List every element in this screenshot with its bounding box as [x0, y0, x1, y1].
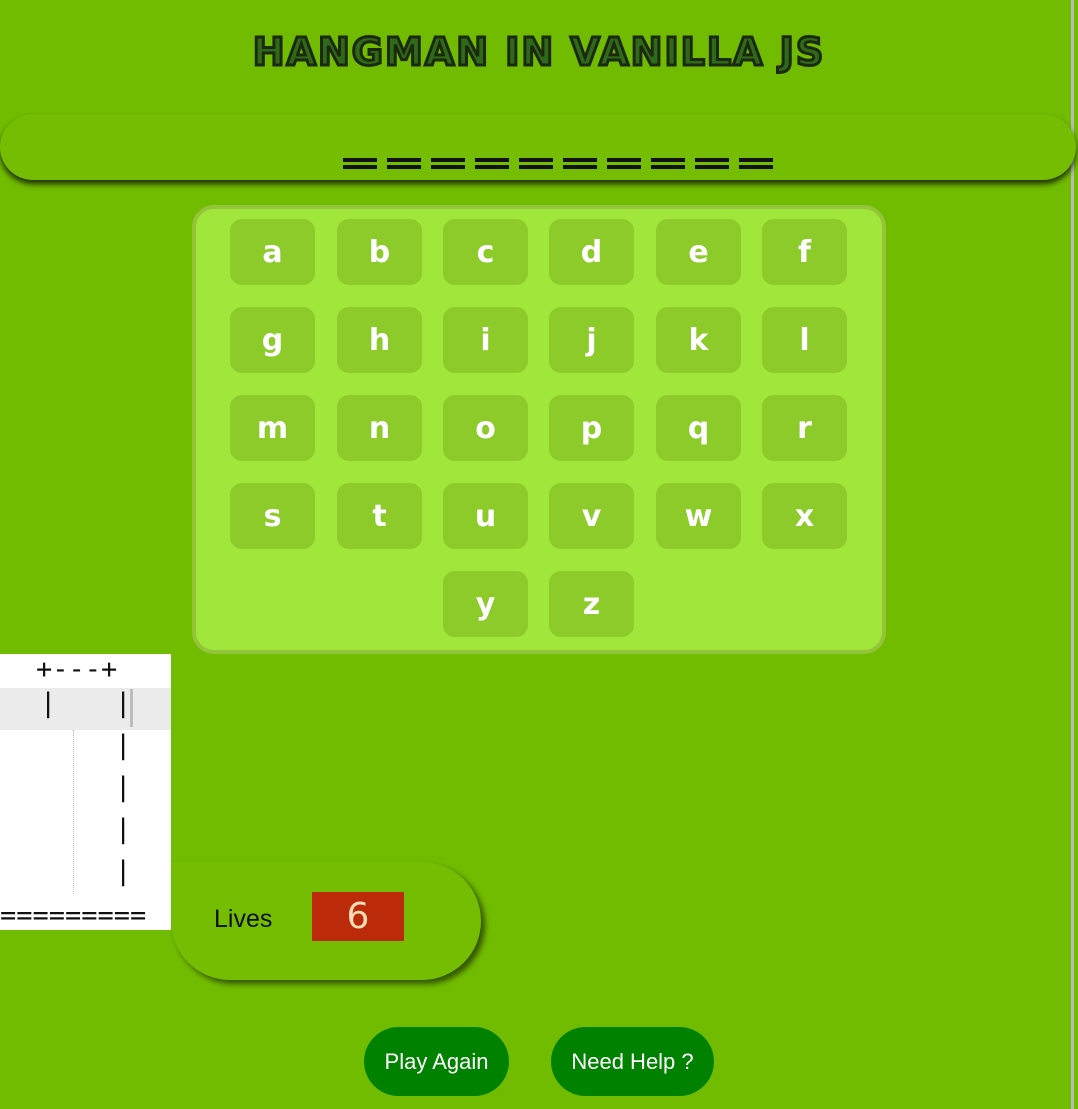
lives-count: 6 [312, 892, 404, 941]
gallows-post: | [115, 814, 132, 845]
gallows-post-row: | [0, 730, 171, 772]
letter-key-d[interactable]: d [549, 219, 634, 285]
letter-key-b[interactable]: b [337, 219, 422, 285]
letter-key-n[interactable]: n [337, 395, 422, 461]
gallows-post-row: | [0, 814, 171, 856]
letter-slot [651, 142, 685, 172]
gallows-post: | [115, 856, 132, 887]
letter-key-r[interactable]: r [762, 395, 847, 461]
letter-slot [607, 142, 641, 172]
gallows-post: | [115, 730, 132, 761]
word-slots [343, 142, 773, 172]
letter-key-u[interactable]: u [443, 483, 528, 549]
hangman-gallows: +---+ | | | | | | ========= [0, 654, 171, 931]
letter-key-w[interactable]: w [656, 483, 741, 549]
letter-key-e[interactable]: e [656, 219, 741, 285]
gallows-post-row: | [0, 772, 171, 814]
letter-key-a[interactable]: a [230, 219, 315, 285]
scrollbar[interactable] [1071, 0, 1074, 1109]
letter-slot [431, 142, 465, 172]
letter-key-c[interactable]: c [443, 219, 528, 285]
letter-key-v[interactable]: v [549, 483, 634, 549]
letter-slot [343, 142, 377, 172]
letter-key-x[interactable]: x [762, 483, 847, 549]
letter-slot [563, 142, 597, 172]
gallows-base-row: ========= [0, 900, 171, 942]
letter-key-p[interactable]: p [549, 395, 634, 461]
dotted-guide [73, 730, 74, 894]
gallows-post-row: | [0, 856, 171, 898]
letter-slot [519, 142, 553, 172]
gallows-post: | [115, 688, 132, 719]
letter-key-i[interactable]: i [443, 307, 528, 373]
letter-slot [475, 142, 509, 172]
letter-key-g[interactable]: g [230, 307, 315, 373]
letter-slot [695, 142, 729, 172]
letter-key-o[interactable]: o [443, 395, 528, 461]
letter-slot [739, 142, 773, 172]
letter-key-s[interactable]: s [230, 483, 315, 549]
letter-slot [387, 142, 421, 172]
gallows-rope: | [40, 688, 57, 719]
page-title: HANGMAN IN VANILLA JS [251, 29, 826, 76]
letter-key-k[interactable]: k [656, 307, 741, 373]
letter-key-l[interactable]: l [762, 307, 847, 373]
need-help-button[interactable]: Need Help ? [551, 1027, 714, 1096]
gallows-post: | [115, 772, 132, 803]
letter-key-f[interactable]: f [762, 219, 847, 285]
letter-key-h[interactable]: h [337, 307, 422, 373]
lives-label: Lives [214, 905, 273, 933]
letter-key-t[interactable]: t [337, 483, 422, 549]
gallows-beam: +---+ [36, 654, 118, 685]
letter-key-y[interactable]: y [443, 571, 528, 637]
gallows-rope-row: | | [0, 688, 171, 730]
letter-key-j[interactable]: j [549, 307, 634, 373]
letter-key-z[interactable]: z [549, 571, 634, 637]
letter-key-q[interactable]: q [656, 395, 741, 461]
play-again-button[interactable]: Play Again [364, 1027, 509, 1096]
text-cursor [130, 689, 133, 727]
gallows-base: ========= [0, 900, 147, 931]
letter-key-m[interactable]: m [230, 395, 315, 461]
